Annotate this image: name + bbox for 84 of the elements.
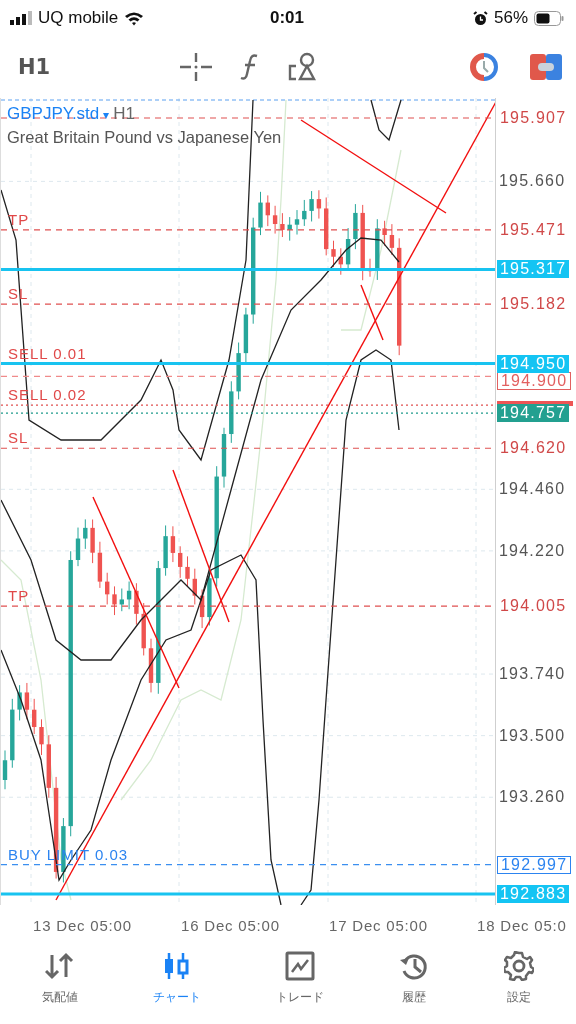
alarm-icon	[472, 10, 488, 26]
price-tag: 192.997	[497, 855, 572, 874]
status-time: 0:01	[270, 8, 304, 28]
price-tag: 192.883	[497, 884, 570, 903]
candle	[229, 380, 234, 444]
trend-line[interactable]	[172, 469, 230, 623]
candle	[367, 258, 373, 278]
candle	[178, 545, 183, 579]
candle	[287, 216, 292, 242]
order-label: TP	[8, 586, 30, 607]
line-chart-icon	[284, 951, 315, 981]
time-label: 16 Dec 05:00	[181, 916, 281, 934]
candle	[316, 189, 322, 220]
battery-percent: 56%	[493, 8, 528, 28]
candle	[258, 191, 263, 236]
candle	[294, 209, 300, 236]
candle	[243, 307, 249, 365]
carrier-name: UQ mobile	[38, 8, 119, 28]
toggle-icon[interactable]	[530, 54, 562, 80]
candle	[10, 698, 15, 769]
candle	[141, 602, 146, 656]
candle	[272, 205, 278, 235]
symbol-link[interactable]: GBPJPY.std	[7, 104, 100, 124]
caret-icon[interactable]: ▾	[103, 108, 110, 122]
candle	[324, 196, 329, 256]
candle	[32, 698, 37, 735]
history-icon	[399, 951, 430, 981]
candle	[163, 524, 168, 577]
candle	[97, 541, 103, 589]
candle	[236, 342, 241, 400]
arrows-icon	[44, 951, 75, 981]
battery-icon	[534, 10, 564, 26]
candle	[338, 247, 343, 276]
candle	[46, 734, 51, 799]
tab-button[interactable]: 設定	[496, 945, 543, 1024]
candle	[221, 427, 227, 489]
candle	[309, 190, 314, 222]
candle	[148, 638, 154, 693]
candle	[389, 223, 395, 256]
tab-button[interactable]: 履歴	[391, 945, 438, 1024]
candle	[192, 568, 197, 605]
candle	[134, 582, 139, 626]
candle	[170, 525, 176, 563]
time-label: 18 Dec 05:0	[477, 916, 567, 934]
candle	[382, 220, 387, 247]
order-label: SL	[8, 428, 29, 449]
shapes-icon[interactable]	[288, 52, 318, 82]
symbol-description: Great Britain Pound vs Japanese Yen	[7, 128, 282, 147]
candle	[302, 199, 307, 227]
candle	[112, 585, 117, 616]
signal-icon	[10, 11, 32, 25]
candle	[90, 519, 95, 564]
candle	[331, 240, 336, 268]
candle	[83, 518, 88, 550]
trend-line[interactable]	[360, 284, 384, 341]
tab-button[interactable]: 気配値	[33, 945, 86, 1024]
price-tag: 194.950	[497, 354, 570, 373]
candle	[119, 588, 124, 612]
candle	[375, 218, 380, 281]
wifi-icon	[124, 10, 145, 26]
price-tag: 194.757	[497, 404, 570, 423]
candle	[75, 527, 81, 567]
crosshair-icon[interactable]	[180, 53, 212, 81]
timeframe-button[interactable]: H1	[10, 51, 180, 83]
candle	[17, 684, 22, 721]
candle	[185, 555, 190, 588]
tab-button[interactable]: トレード	[267, 945, 332, 1024]
trend-line[interactable]	[92, 496, 180, 689]
time-label: 17 Dec 05:00	[329, 916, 429, 934]
settings-icon	[504, 951, 535, 981]
candle	[199, 589, 205, 629]
candle	[265, 194, 270, 227]
candle	[24, 682, 30, 720]
candle	[353, 203, 358, 250]
candle	[280, 212, 285, 238]
candle	[2, 749, 8, 790]
time-label: 13 Dec 05:00	[33, 916, 133, 934]
tab-button[interactable]: チャート	[144, 945, 209, 1024]
candle	[39, 718, 44, 756]
clock-icon[interactable]	[468, 51, 500, 83]
candle	[126, 581, 132, 610]
timeframe-label: H1	[113, 104, 136, 124]
price-tag: 195.317	[497, 260, 570, 279]
candle	[105, 572, 110, 605]
